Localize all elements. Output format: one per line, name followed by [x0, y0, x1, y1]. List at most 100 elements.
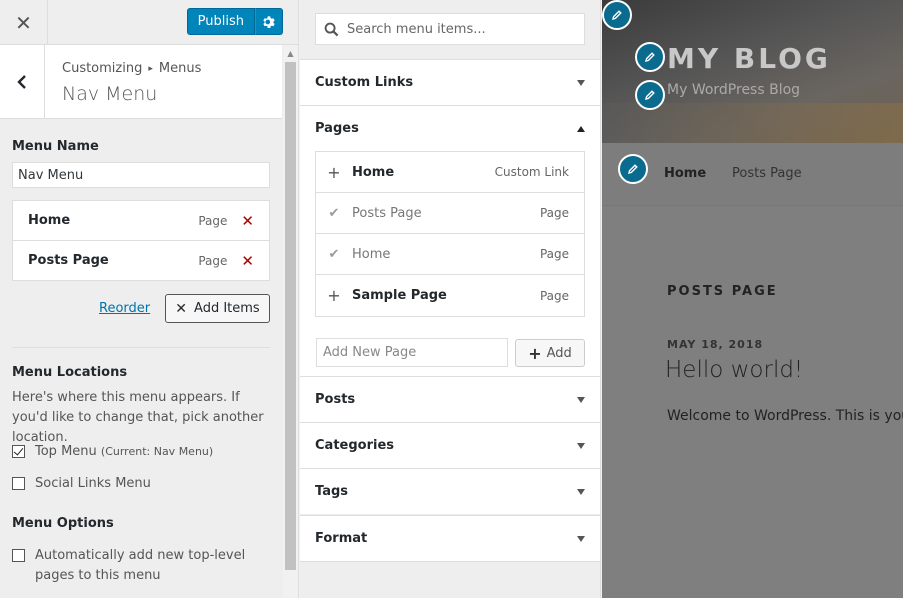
- accordion-title: Categories: [315, 438, 395, 453]
- site-preview[interactable]: MY BLOG My WordPress Blog Home Posts Pag…: [602, 0, 903, 598]
- edit-menu-pencil-icon[interactable]: [618, 154, 648, 184]
- edit-tagline-pencil-icon[interactable]: [635, 80, 665, 110]
- arrow-down-icon: [577, 535, 585, 542]
- breadcrumb: Customizing ▸ Menus: [62, 61, 201, 76]
- social-links-checkbox[interactable]: [12, 477, 25, 490]
- page-type: Custom Link: [494, 165, 569, 179]
- arrow-down-icon: [577, 396, 585, 403]
- publish-actions: Publish: [186, 8, 283, 35]
- publish-settings-button[interactable]: [255, 8, 283, 35]
- page-title: Sample Page: [352, 288, 447, 303]
- accordion-tags[interactable]: Tags: [300, 468, 600, 514]
- available-menu-items-panel: Search menu items... Custom Links Pages …: [300, 0, 601, 598]
- accordion-title: Format: [315, 531, 368, 546]
- page-item-home[interactable]: ✔ Home Page: [316, 234, 584, 275]
- new-page-input[interactable]: Add New Page: [316, 338, 508, 367]
- page-type: Page: [539, 247, 569, 261]
- breadcrumb-separator-icon: ▸: [148, 64, 153, 74]
- page-heading: POSTS PAGE: [667, 284, 778, 299]
- back-button[interactable]: [0, 45, 45, 118]
- plus-icon: +: [528, 343, 542, 363]
- edit-header-pencil-icon[interactable]: [602, 0, 632, 30]
- location-top-menu[interactable]: Top Menu (Current: Nav Menu): [12, 442, 213, 462]
- menu-item-type: Page: [198, 253, 228, 268]
- page-item-home-custom[interactable]: + Home Custom Link: [316, 152, 584, 193]
- customizer-header: ✕ Publish: [0, 0, 298, 45]
- page-item-posts-page[interactable]: ✔ Posts Page Page: [316, 193, 584, 234]
- scrollbar-thumb[interactable]: [285, 62, 296, 570]
- customizer-sidebar: ✕ Publish Customizing ▸ Menus Nav Menu ▲ M…: [0, 0, 299, 598]
- publish-button[interactable]: Publish: [186, 8, 255, 35]
- page-type: Page: [539, 288, 569, 303]
- location-label: Social Links Menu: [35, 476, 151, 491]
- pencil-icon: [645, 52, 655, 62]
- breadcrumb-current: Menus: [158, 61, 202, 76]
- page-title: Home: [352, 164, 395, 180]
- scroll-up-icon[interactable]: ▲: [283, 45, 298, 61]
- post-excerpt: Welcome to WordPress. This is your: [667, 408, 903, 424]
- sidebar-scrollbar[interactable]: ▲: [283, 45, 298, 598]
- auto-add-checkbox[interactable]: [12, 549, 25, 562]
- search-menu-items-input[interactable]: Search menu items...: [315, 13, 585, 45]
- accordion-title: Custom Links: [315, 75, 414, 90]
- page-type: Page: [539, 206, 569, 220]
- page-title: Posts Page: [352, 205, 422, 221]
- arrow-down-icon: [577, 488, 585, 495]
- chevron-left-icon: [17, 74, 26, 89]
- section-title: Nav Menu: [62, 83, 158, 105]
- arrow-down-icon: [577, 79, 585, 86]
- accordion-posts[interactable]: Posts: [300, 376, 600, 422]
- close-customizer-button[interactable]: ✕: [0, 0, 48, 45]
- divider: [12, 347, 270, 348]
- pages-list: + Home Custom Link ✔ Posts Page Page ✔ H…: [315, 151, 585, 317]
- auto-add-pages-option[interactable]: Automatically add new top-level pages to…: [12, 546, 270, 586]
- section-header: Customizing ▸ Menus Nav Menu: [0, 45, 282, 119]
- menu-options-label: Menu Options: [12, 516, 114, 531]
- accordion-title: Posts: [315, 392, 356, 407]
- accordion-format[interactable]: Format: [300, 515, 600, 562]
- checkmark-icon: ✔: [328, 205, 340, 221]
- menu-item-title: Home: [28, 213, 71, 228]
- pencil-icon: [645, 90, 655, 100]
- add-items-label: Add Items: [194, 301, 260, 316]
- preview-nav-home[interactable]: Home: [664, 166, 706, 181]
- reorder-link[interactable]: Reorder: [99, 301, 150, 316]
- edit-title-pencil-icon[interactable]: [635, 42, 665, 72]
- remove-icon[interactable]: ✕: [241, 252, 254, 270]
- add-label: Add: [546, 345, 572, 361]
- blog-title[interactable]: MY BLOG: [667, 42, 831, 75]
- menu-locations-label: Menu Locations: [12, 365, 128, 380]
- search-placeholder: Search menu items...: [347, 21, 486, 37]
- top-menu-checkbox[interactable]: [12, 445, 25, 458]
- location-social-links-menu[interactable]: Social Links Menu: [12, 474, 151, 494]
- accordion-custom-links[interactable]: Custom Links: [300, 59, 600, 105]
- plus-icon: +: [327, 162, 341, 182]
- plus-icon: +: [327, 286, 341, 305]
- auto-add-label: Automatically add new top-level pages to…: [35, 548, 246, 583]
- menu-name-input[interactable]: Nav Menu: [12, 162, 270, 188]
- menu-name-label: Menu Name: [12, 139, 99, 154]
- menu-locations-description: Here's where this menu appears. If you'd…: [12, 390, 264, 445]
- preview-nav-posts-page[interactable]: Posts Page: [732, 166, 802, 181]
- gear-icon: [263, 15, 275, 28]
- page-item-sample-page[interactable]: + Sample Page Page: [316, 275, 584, 316]
- post-title[interactable]: Hello world!: [665, 357, 803, 383]
- menu-item-home[interactable]: Home Page ✕: [12, 200, 270, 241]
- menu-item-title: Posts Page: [28, 253, 109, 268]
- close-icon: ✕: [15, 10, 32, 35]
- page-title: Home: [352, 246, 391, 262]
- blog-tagline: My WordPress Blog: [667, 82, 801, 98]
- arrow-up-icon: [577, 125, 585, 132]
- menu-item-posts-page[interactable]: Posts Page Page ✕: [12, 240, 270, 281]
- accordion-categories[interactable]: Categories: [300, 422, 600, 468]
- add-items-button[interactable]: ✕ Add Items: [165, 294, 270, 323]
- add-page-button[interactable]: + Add: [515, 339, 585, 367]
- pencil-icon: [612, 10, 622, 20]
- checkmark-icon: ✔: [328, 246, 340, 262]
- remove-icon[interactable]: ✕: [241, 212, 254, 230]
- menu-item-type: Page: [198, 213, 228, 228]
- close-icon: ✕: [175, 300, 188, 317]
- accordion-title: Pages: [315, 121, 359, 136]
- search-icon: [324, 22, 339, 36]
- post-date[interactable]: MAY 18, 2018: [667, 338, 763, 351]
